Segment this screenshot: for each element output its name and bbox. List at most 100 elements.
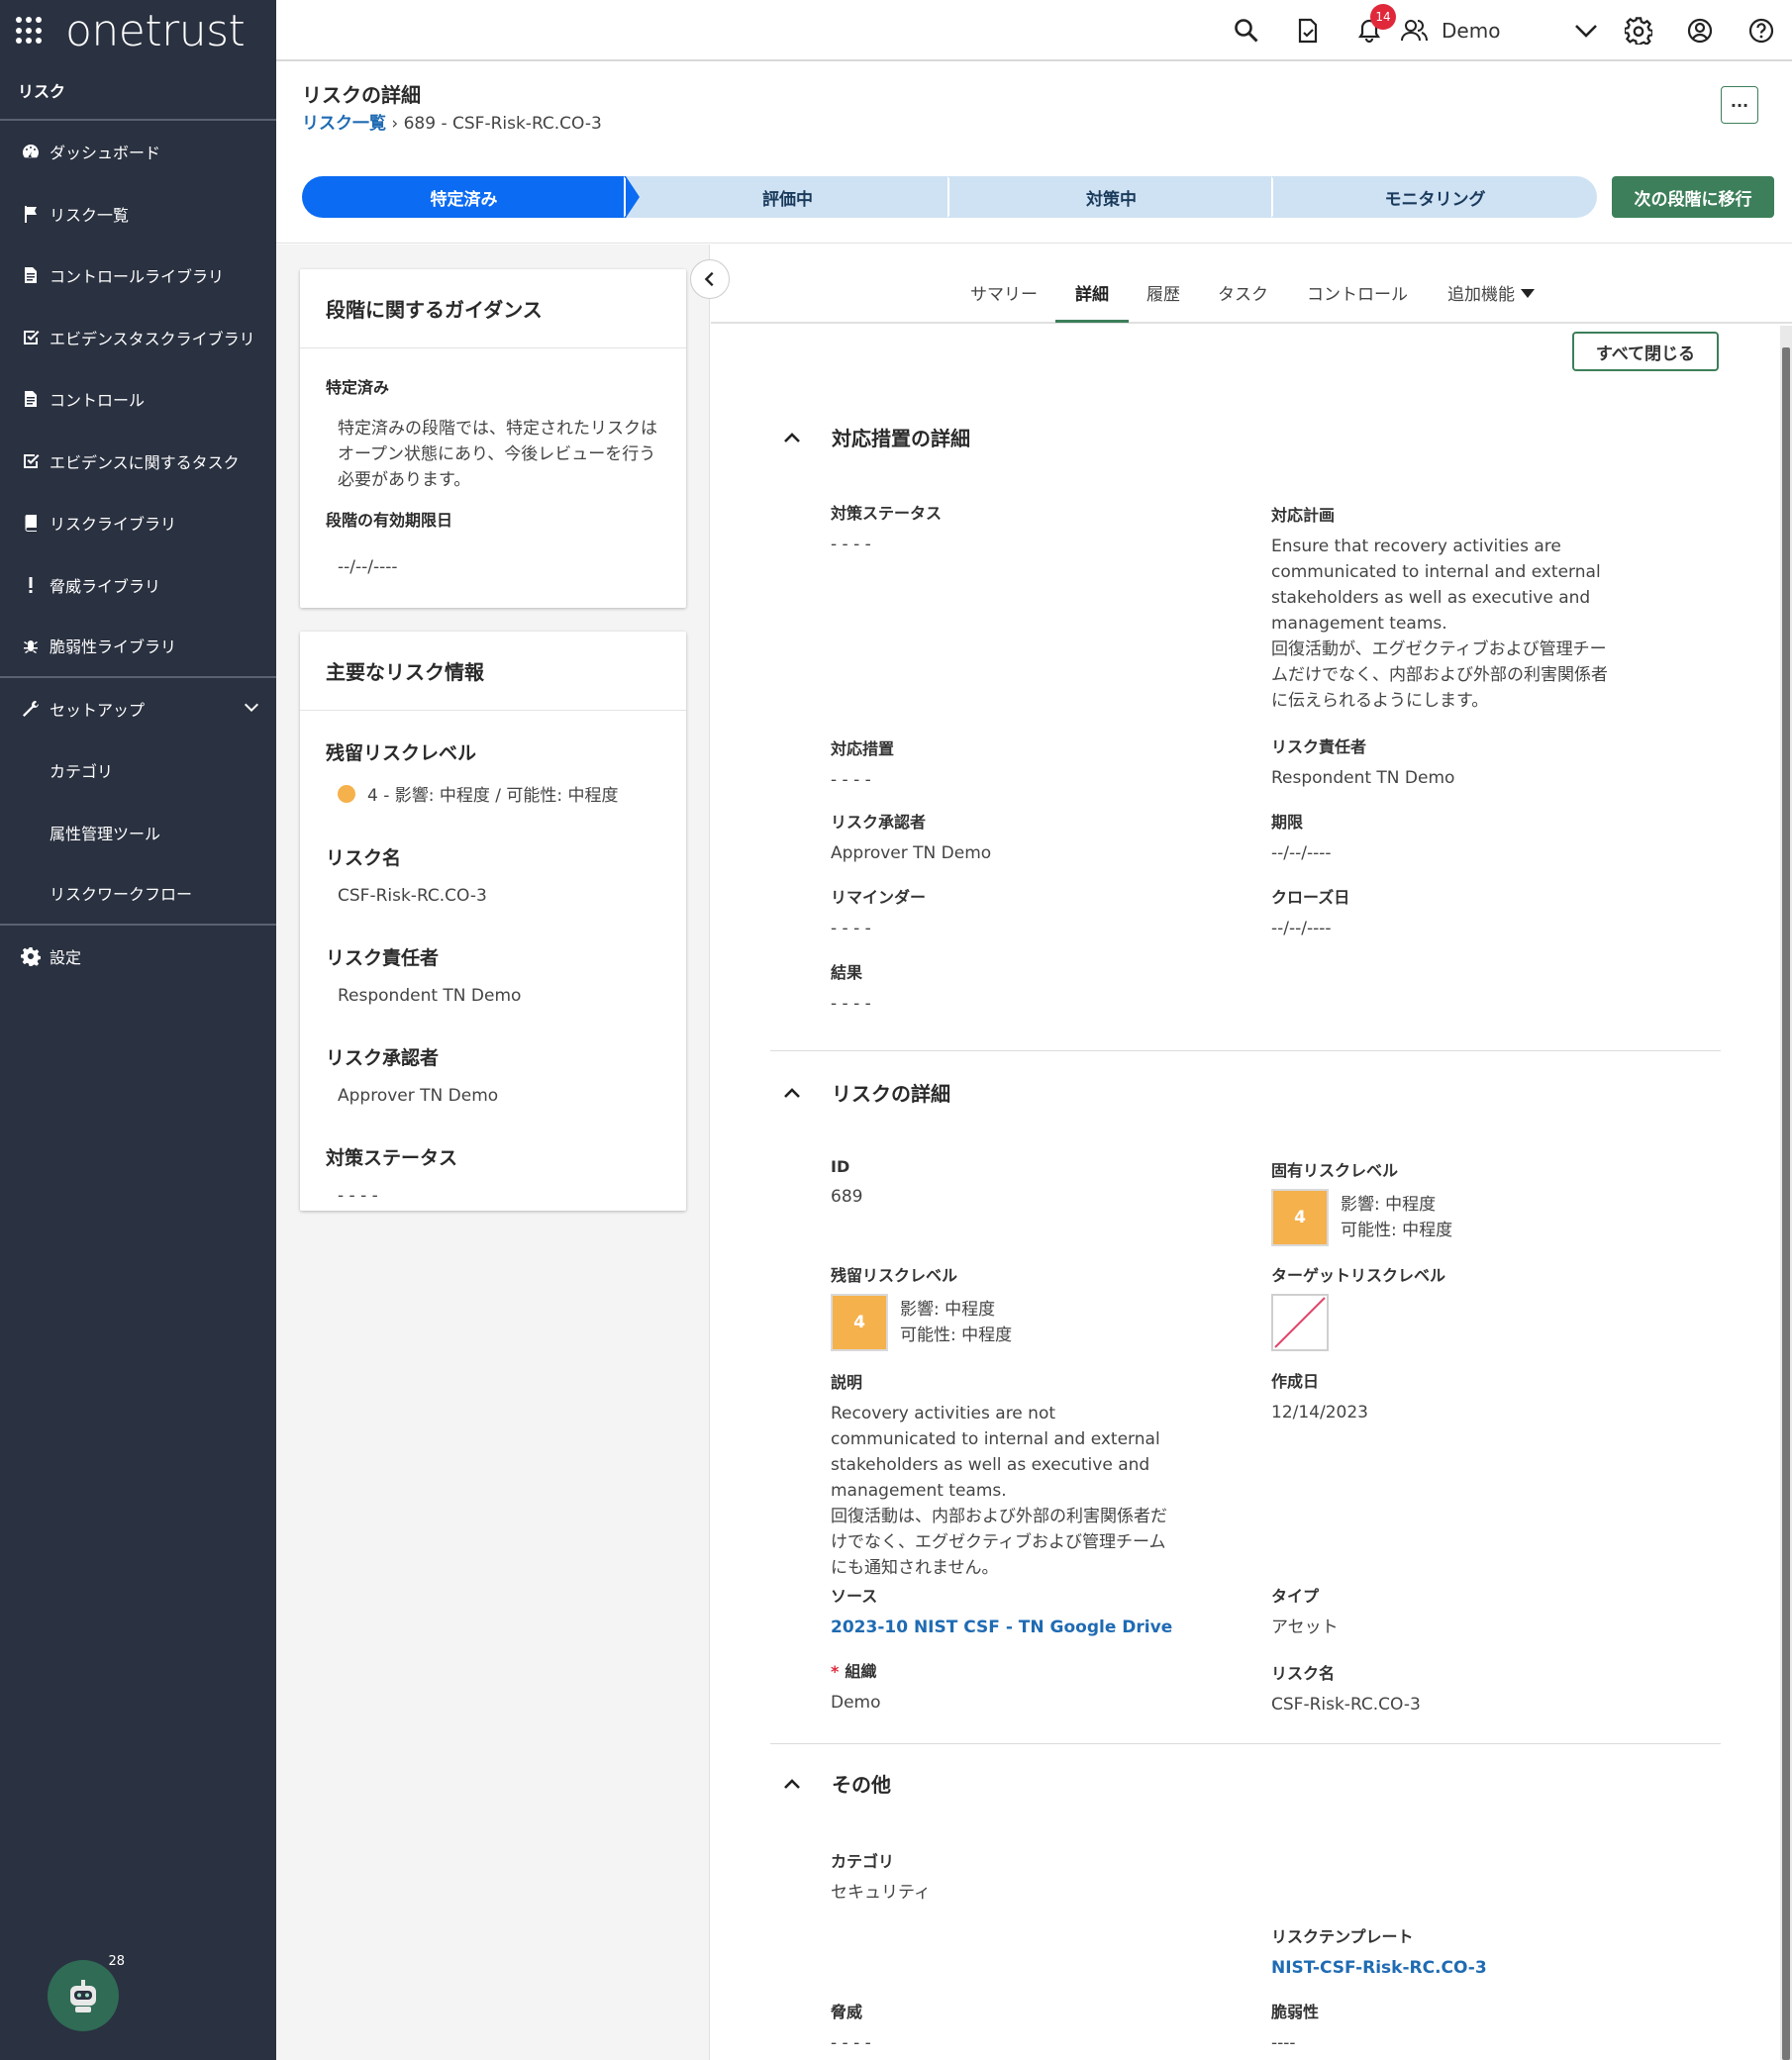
treatment-action-field: 対応措置 - - - - bbox=[831, 736, 894, 793]
user-circle-icon bbox=[1687, 18, 1713, 44]
vulnerability-field: 脆弱性 ---- bbox=[1271, 1999, 1319, 2056]
breadcrumb-risk-list-link[interactable]: リスク一覧 bbox=[302, 114, 386, 134]
users-icon bbox=[1401, 20, 1428, 42]
chevron-up-icon bbox=[782, 1774, 802, 1794]
sidebar-item-setup[interactable]: セットアップ bbox=[0, 678, 276, 740]
scrollbar[interactable] bbox=[1780, 326, 1792, 2060]
inherent-risk-field: 固有リスクレベル 4 影響: 中程度 可能性: 中程度 bbox=[1271, 1157, 1452, 1246]
field-value: Ensure that recovery activities are comm… bbox=[1271, 537, 1601, 634]
field-value: --/--/---- bbox=[1271, 919, 1332, 938]
risk-details-section-header[interactable]: リスクの詳細 bbox=[782, 1078, 950, 1107]
field-value: - - - - bbox=[831, 535, 871, 554]
section-divider bbox=[770, 1050, 1721, 1051]
sidebar-item-threat-library[interactable]: 脅威ライブラリ bbox=[0, 554, 276, 617]
field-label: 結果 bbox=[831, 963, 863, 982]
risk-owner-value: Respondent TN Demo bbox=[338, 986, 522, 1006]
guidance-title: 段階に関するガイダンス bbox=[300, 269, 686, 348]
app-launcher-icon[interactable] bbox=[16, 17, 44, 45]
scrollbar-thumb[interactable] bbox=[1782, 347, 1790, 2060]
more-options-button[interactable]: ··· bbox=[1721, 86, 1758, 124]
sidebar-item-risk-library[interactable]: リスクライブラリ bbox=[0, 492, 276, 554]
key-risk-info-title: 主要なリスク情報 bbox=[300, 632, 686, 711]
source-link[interactable]: 2023-10 NIST CSF - TN Google Drive bbox=[831, 1615, 1172, 1640]
residual-risk-field: 残留リスクレベル 4 影響: 中程度 可能性: 中程度 bbox=[831, 1262, 1012, 1351]
residual-impact: 影響: 中程度 bbox=[900, 1300, 996, 1320]
collapse-panel-button[interactable] bbox=[690, 259, 730, 299]
chevron-down-icon bbox=[1575, 25, 1597, 38]
guidance-stage-label: 特定済み bbox=[326, 378, 390, 397]
organization-field: * 組織 Demo bbox=[831, 1658, 881, 1716]
field-label: 対策ステータス bbox=[831, 504, 943, 523]
field-label: リスク承認者 bbox=[831, 813, 927, 832]
risk-owner-label: リスク責任者 bbox=[326, 947, 440, 969]
stage-monitoring[interactable]: モニタリング bbox=[1271, 176, 1597, 218]
sidebar-item-settings[interactable]: 設定 bbox=[0, 926, 276, 988]
search-button[interactable] bbox=[1216, 0, 1277, 61]
tab-summary[interactable]: サマリー bbox=[970, 280, 1038, 305]
field-label: リスク名 bbox=[1271, 1664, 1336, 1683]
brand-logo[interactable]: onetrust bbox=[65, 6, 246, 56]
other-section-header[interactable]: その他 bbox=[782, 1769, 891, 1798]
notifications-button[interactable]: 14 bbox=[1339, 0, 1400, 61]
stage-treating[interactable]: 対策中 bbox=[947, 176, 1287, 218]
field-label: ソース bbox=[831, 1587, 878, 1606]
residual-level-text: 4 - 影響: 中程度 / 可能性: 中程度 bbox=[367, 786, 619, 806]
flag-icon bbox=[20, 203, 42, 225]
wrench-icon bbox=[20, 698, 42, 720]
treatment-section-header[interactable]: 対応措置の詳細 bbox=[782, 423, 970, 451]
profile-button[interactable] bbox=[1669, 0, 1731, 61]
treatment-status-label: 対策ステータス bbox=[326, 1147, 458, 1169]
type-field: タイプ アセット bbox=[1271, 1583, 1339, 1640]
residual-level-label: 残留リスクレベル bbox=[326, 742, 477, 764]
field-label: 残留リスクレベル bbox=[831, 1266, 958, 1285]
tab-details[interactable]: 詳細 bbox=[1075, 280, 1109, 305]
sidebar-item-evidence-tasks[interactable]: エビデンスに関するタスク bbox=[0, 431, 276, 493]
settings-button[interactable] bbox=[1608, 0, 1669, 61]
key-risk-info-card: 主要なリスク情報 残留リスクレベル 4 - 影響: 中程度 / 可能性: 中程度… bbox=[300, 632, 686, 1211]
user-menu[interactable]: Demo bbox=[1400, 0, 1608, 61]
sidebar-item-categories[interactable]: カテゴリ bbox=[0, 739, 276, 802]
response-plan-field: 対応計画 Ensure that recovery activities are… bbox=[1271, 502, 1608, 714]
sidebar-item-controls[interactable]: コントロール bbox=[0, 368, 276, 431]
guidance-deadline-value: --/--/---- bbox=[338, 557, 398, 577]
next-stage-button[interactable]: 次の段階に移行 bbox=[1612, 176, 1774, 218]
sidebar-item-control-library[interactable]: コントロールライブラリ bbox=[0, 245, 276, 307]
risk-template-link[interactable]: NIST-CSF-Risk-RC.CO-3 bbox=[1271, 1955, 1487, 1981]
help-button[interactable] bbox=[1731, 0, 1792, 61]
field-value-ja: 回復活動が、エグゼクティブおよび管理チームだけでなく、内部および外部の利害関係者… bbox=[1271, 639, 1608, 711]
field-value: 12/14/2023 bbox=[1271, 1403, 1368, 1422]
sidebar-item-label: コントロールライブラリ bbox=[50, 267, 225, 287]
tab-bar: サマリー 詳細 履歴 タスク コントロール 追加機能 bbox=[711, 245, 1792, 324]
page-title: リスクの詳細 bbox=[302, 83, 421, 107]
field-value: - - - - bbox=[831, 994, 871, 1014]
field-value: ---- bbox=[1271, 2033, 1296, 2053]
main-content: サマリー 詳細 履歴 タスク コントロール 追加機能 すべて閉じる 対応措置の詳… bbox=[711, 245, 1792, 2060]
sidebar-item-risk-workflow[interactable]: リスクワークフロー bbox=[0, 863, 276, 926]
tab-history[interactable]: 履歴 bbox=[1146, 280, 1180, 305]
field-value: - - - - bbox=[831, 2033, 871, 2053]
tab-tasks[interactable]: タスク bbox=[1218, 280, 1268, 305]
document-icon bbox=[20, 388, 42, 410]
sidebar-item-dashboard[interactable]: ダッシュボード bbox=[0, 121, 276, 183]
sidebar-item-evidence-task-library[interactable]: エビデンスタスクライブラリ bbox=[0, 307, 276, 369]
field-value: 689 bbox=[831, 1187, 863, 1207]
risk-approver-value: Approver TN Demo bbox=[338, 1086, 499, 1106]
field-value: セキュリティ bbox=[831, 1883, 931, 1903]
tab-controls[interactable]: コントロール bbox=[1307, 280, 1408, 305]
tasks-button[interactable] bbox=[1277, 0, 1339, 61]
assistant-bot-button[interactable]: 28 bbox=[48, 1954, 125, 2031]
field-label: リマインダー bbox=[831, 888, 927, 907]
sidebar-item-risk-list[interactable]: リスク一覧 bbox=[0, 183, 276, 245]
risk-name-value: CSF-Risk-RC.CO-3 bbox=[338, 886, 487, 906]
stage-evaluating[interactable]: 評価中 bbox=[624, 176, 963, 218]
sidebar-item-vulnerability-library[interactable]: 脆弱性ライブラリ bbox=[0, 616, 276, 678]
stage-identified[interactable]: 特定済み bbox=[302, 176, 640, 218]
sidebar-item-attribute-manager[interactable]: 属性管理ツール bbox=[0, 802, 276, 864]
sidebar-item-label: エビデンスタスクライブラリ bbox=[50, 329, 255, 348]
tab-more-features[interactable]: 追加機能 bbox=[1447, 280, 1537, 305]
checkbox-icon bbox=[20, 327, 42, 348]
field-label: ターゲットリスクレベル bbox=[1271, 1266, 1446, 1285]
treatment-status-value: - - - - bbox=[338, 1186, 378, 1206]
robot-icon bbox=[70, 1980, 96, 2012]
collapse-all-button[interactable]: すべて閉じる bbox=[1572, 332, 1719, 371]
